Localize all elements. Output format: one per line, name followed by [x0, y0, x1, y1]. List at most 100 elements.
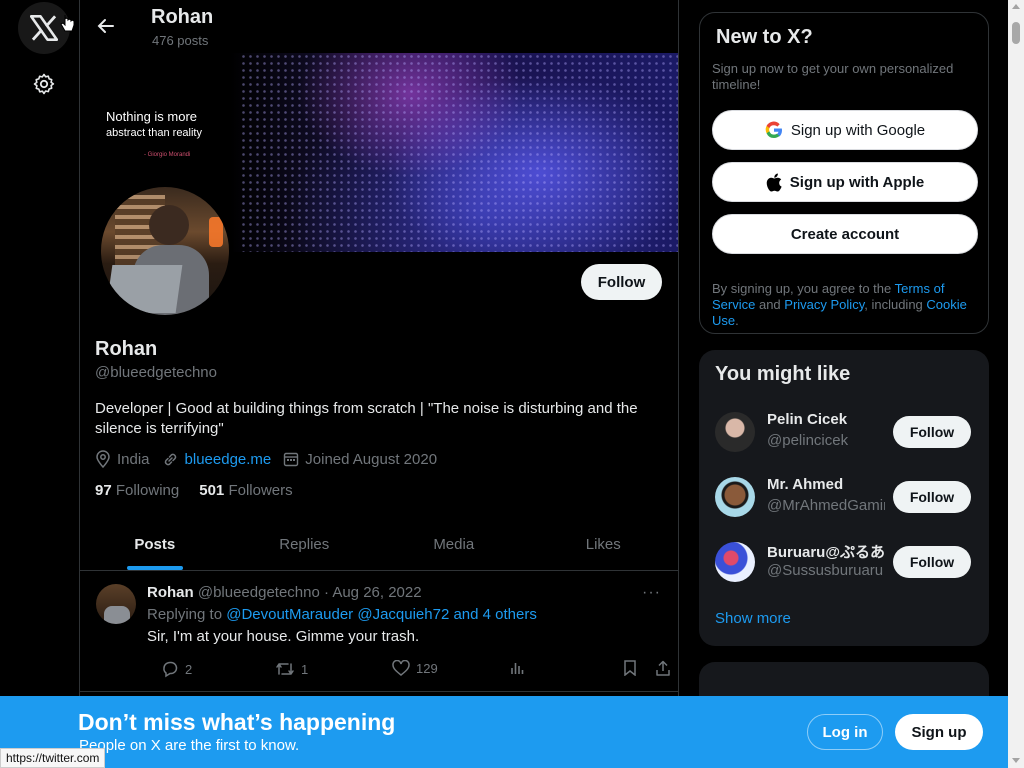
new-to-x-title: New to X? — [716, 26, 813, 48]
suggested-follow-button[interactable]: Follow — [893, 416, 971, 448]
suggested-user[interactable]: Pelin Cicek @pelincicek Follow — [715, 408, 981, 456]
tweet-meta: @blueedgetechno · Aug 26, 2022 — [197, 584, 422, 601]
location-pin-icon — [96, 450, 110, 468]
suggested-user-handle: @MrAhmedGaming — [767, 497, 885, 514]
tab-likes[interactable]: Likes — [529, 519, 679, 570]
followers-link[interactable]: 501 Followers — [199, 482, 292, 499]
suggested-user[interactable]: Mr. Ahmed @MrAhmedGaming Follow — [715, 473, 981, 521]
new-to-x-card: New to X? Sign up now to get your own pe… — [699, 12, 989, 334]
banner-particle-art — [240, 53, 678, 252]
suggested-user-name[interactable]: Mr. Ahmed — [767, 476, 885, 493]
mouse-pointer-icon — [60, 15, 75, 32]
suggested-follow-button[interactable]: Follow — [893, 546, 971, 578]
show-more-link[interactable]: Show more — [715, 610, 791, 627]
login-button[interactable]: Log in — [807, 714, 883, 750]
suggested-user-avatar[interactable] — [715, 477, 755, 517]
suggested-user[interactable]: Buruaru@ぷるあ @Sussusburuaru Follow — [715, 538, 981, 586]
signup-apple-label: Sign up with Apple — [789, 173, 925, 191]
header-profile-name: Rohan — [151, 6, 214, 28]
tweet-replying-links[interactable]: @DevoutMarauder @Jacquieh72 and 4 others — [226, 606, 537, 623]
follow-button[interactable]: Follow — [581, 264, 662, 300]
tweet-author[interactable]: Rohan — [147, 584, 194, 601]
banner-quote-line2: abstract than reality — [106, 127, 202, 139]
tweet-avatar[interactable] — [96, 584, 136, 624]
repost-icon — [276, 663, 294, 675]
suggested-user-name[interactable]: Pelin Cicek — [767, 411, 885, 428]
main-column: Rohan 476 posts Nothing is more abstract… — [80, 0, 679, 768]
banner-quote-author: - Giorgio Morandi — [144, 152, 191, 158]
profile-location-text: India — [117, 450, 150, 468]
share-button[interactable] — [655, 660, 671, 676]
signup-prompt-bar: Don’t miss what’s happening People on X … — [0, 696, 1008, 768]
profile-name: Rohan — [95, 338, 158, 360]
profile-website: blueedge.me — [162, 451, 272, 468]
profile-joined-text: Joined August 2020 — [305, 450, 438, 468]
google-icon — [765, 121, 782, 139]
profile-avatar[interactable] — [97, 183, 233, 319]
scroll-up-arrow-icon[interactable] — [1012, 4, 1020, 9]
reply-icon — [163, 661, 178, 678]
suggested-user-handle: @pelincicek — [767, 432, 849, 449]
signup-google-button[interactable]: Sign up with Google — [712, 110, 978, 150]
profile-tabs: Posts Replies Media Likes — [80, 519, 678, 571]
calendar-icon — [284, 452, 299, 467]
link-icon — [164, 453, 176, 465]
page-scrollbar[interactable] — [1008, 0, 1024, 768]
new-to-x-subtitle: Sign up now to get your own personalized… — [712, 61, 954, 92]
profile-bio: Developer | Good at building things from… — [95, 400, 638, 437]
suggested-user-avatar[interactable] — [715, 542, 755, 582]
scroll-down-arrow-icon[interactable] — [1012, 758, 1020, 763]
tweet-more-button[interactable]: ··· — [642, 584, 661, 602]
you-might-like-card: You might like Pelin Cicek @pelincicek F… — [699, 350, 989, 646]
x-logo-icon — [30, 15, 58, 41]
profile-website-link[interactable]: blueedge.me — [185, 451, 272, 468]
views-button[interactable] — [509, 660, 525, 676]
right-sidebar: New to X? Sign up now to get your own pe… — [699, 0, 989, 768]
suggested-user-name[interactable]: Buruaru@ぷるあ — [767, 541, 885, 562]
profile-meta: India blueedge.me Joined August 2020 — [95, 450, 437, 468]
analytics-icon — [511, 663, 524, 674]
signup-button[interactable]: Sign up — [895, 714, 983, 750]
suggested-follow-button[interactable]: Follow — [893, 481, 971, 513]
tab-posts[interactable]: Posts — [80, 519, 230, 570]
like-button[interactable]: 129 — [392, 660, 438, 676]
back-button[interactable] — [92, 12, 120, 40]
suggested-user-avatar[interactable] — [715, 412, 755, 452]
banner-quote-line1: Nothing is more — [106, 109, 198, 124]
signup-apple-button[interactable]: Sign up with Apple — [712, 162, 978, 202]
profile-handle: @blueedgetechno — [95, 364, 217, 381]
suggested-user-handle: @Sussusburuaru — [767, 562, 884, 579]
heart-icon — [392, 660, 410, 676]
reply-button[interactable]: 2 — [161, 660, 192, 678]
repost-button[interactable]: 1 — [275, 660, 308, 678]
tweet-text: Sir, I'm at your house. Gimme your trash… — [147, 628, 420, 645]
apple-icon — [766, 173, 782, 191]
scrollbar-thumb[interactable] — [1012, 22, 1020, 44]
you-might-like-title: You might like — [715, 363, 851, 385]
settings-button[interactable] — [26, 66, 62, 102]
gear-icon — [33, 73, 55, 95]
signup-prompt-subtitle: People on X are the first to know. — [79, 737, 300, 754]
signup-google-label: Sign up with Google — [790, 121, 926, 139]
following-link[interactable]: 97 Following — [95, 482, 179, 499]
profile-joined: Joined August 2020 — [283, 451, 437, 468]
privacy-link[interactable]: Privacy Policy — [784, 297, 864, 312]
profile-stats: 97 Following 501 Followers — [95, 482, 293, 499]
arrow-left-icon — [97, 19, 114, 33]
create-account-button[interactable]: Create account — [712, 214, 978, 254]
left-nav-rail — [0, 0, 80, 768]
tweet[interactable]: Rohan @blueedgetechno · Aug 26, 2022 ···… — [80, 572, 678, 692]
signup-legal-text: By signing up, you agree to the Terms of… — [712, 281, 967, 328]
tab-replies[interactable]: Replies — [230, 519, 380, 570]
banner-quote: Nothing is more abstract than reality - … — [106, 109, 256, 163]
signup-prompt-title: Don’t miss what’s happening — [78, 709, 396, 735]
tab-media[interactable]: Media — [379, 519, 529, 570]
tweet-header: Rohan @blueedgetechno · Aug 26, 2022 — [147, 584, 422, 601]
bookmark-icon — [624, 660, 636, 676]
tweet-actions: 2 1 129 — [147, 660, 670, 680]
bookmark-button[interactable] — [623, 660, 637, 676]
header-posts-count: 476 posts — [152, 33, 209, 48]
status-url-tooltip: https://twitter.com — [0, 748, 106, 768]
tweet-replying-to: Replying to @DevoutMarauder @Jacquieh72 … — [147, 606, 537, 623]
profile-location: India — [95, 450, 150, 468]
